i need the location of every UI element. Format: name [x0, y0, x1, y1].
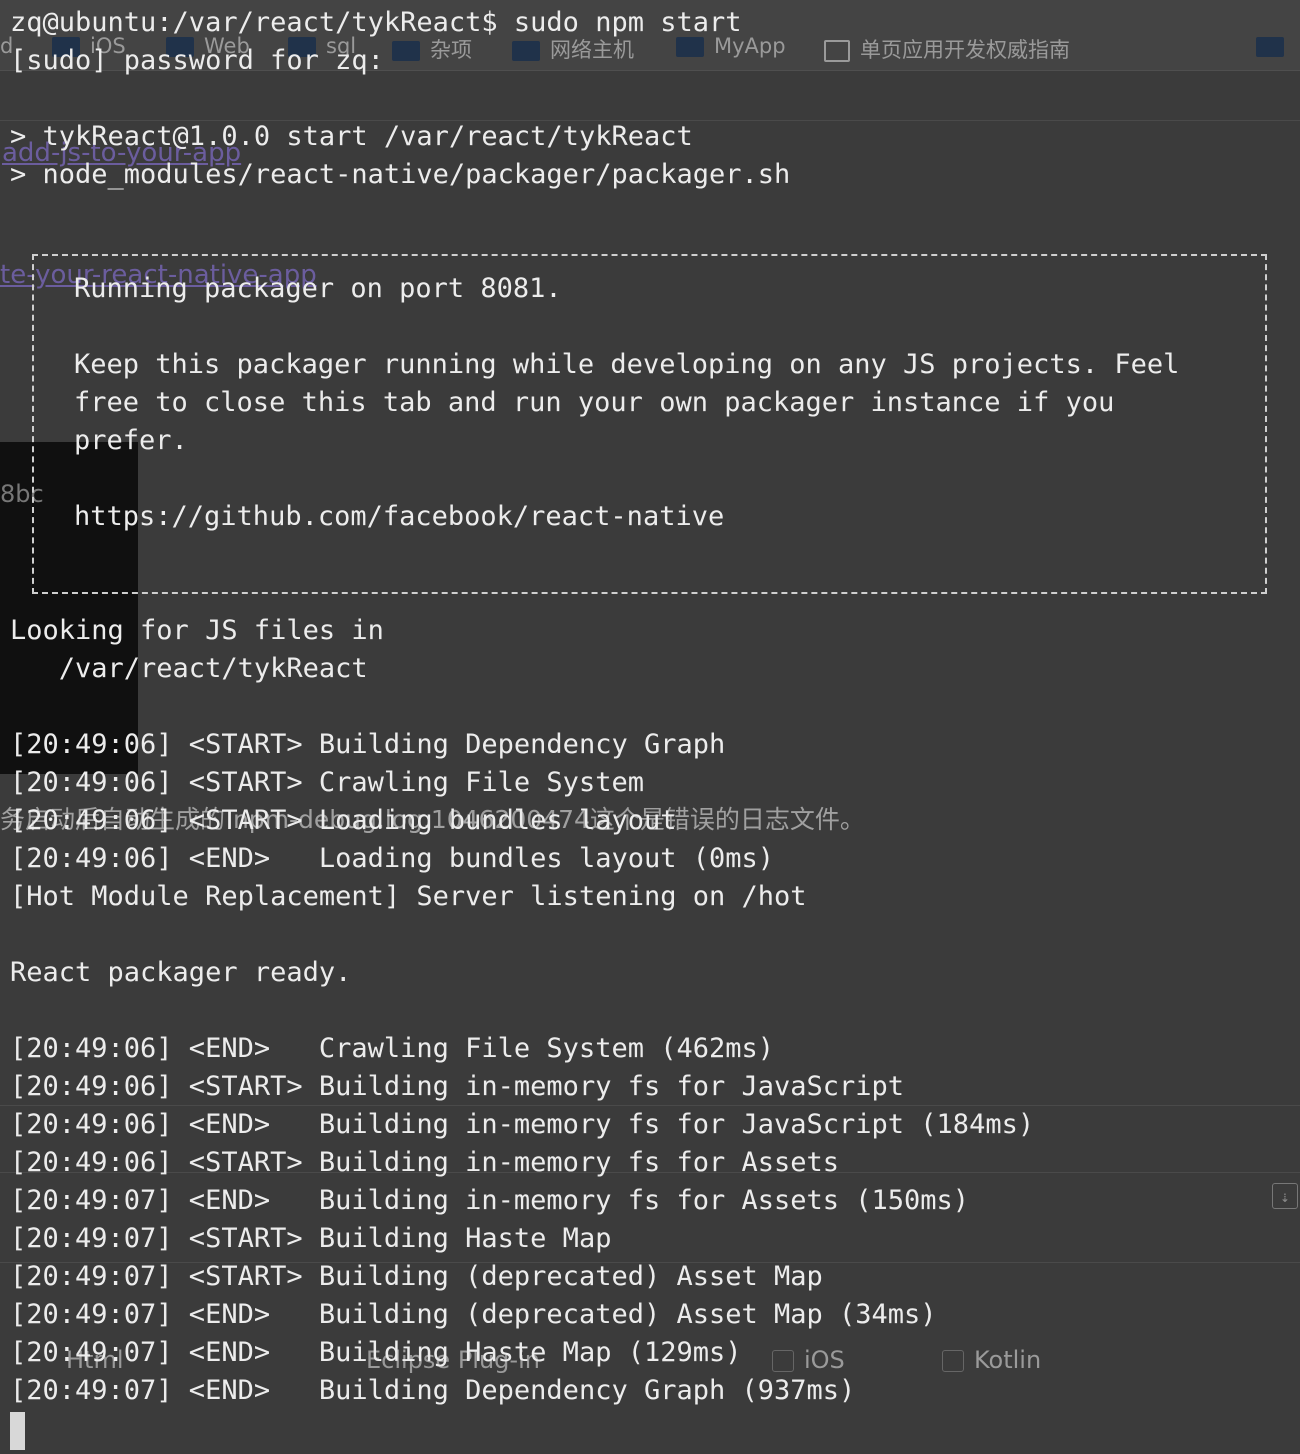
- banner-url: https://github.com/facebook/react-native: [74, 501, 725, 532]
- log-line: [20:49:06] <START> Building in-memory fs…: [10, 1071, 905, 1102]
- banner-line: prefer.: [74, 425, 188, 456]
- terminal-cursor[interactable]: [10, 1412, 25, 1450]
- looking-path: /var/react/tykReact: [10, 653, 368, 684]
- command-line: zq@ubuntu:/var/react/tykReact$ sudo npm …: [10, 7, 742, 38]
- npm-output-line: > tykReact@1.0.0 start /var/react/tykRea…: [10, 121, 693, 152]
- banner-line: free to close this tab and run your own …: [74, 387, 1115, 418]
- log-line: [20:49:06] <END> Crawling File System (4…: [10, 1033, 775, 1064]
- sudo-prompt: [sudo] password for zq:: [10, 45, 384, 76]
- looking-line: Looking for JS files in: [10, 615, 384, 646]
- log-line: [20:49:06] <START> Crawling File System: [10, 767, 644, 798]
- terminal-window[interactable]: zq@ubuntu:/var/react/tykReact$ sudo npm …: [0, 0, 1300, 1454]
- log-line: [20:49:06] <START> Loading bundles layou…: [10, 805, 677, 836]
- log-line: [20:49:06] <START> Building in-memory fs…: [10, 1147, 840, 1178]
- npm-output-line: > node_modules/react-native/packager/pac…: [10, 159, 791, 190]
- log-line: [20:49:07] <START> Building Haste Map: [10, 1223, 612, 1254]
- banner-line: Keep this packager running while develop…: [74, 349, 1180, 380]
- banner-line: Running packager on port 8081.: [74, 273, 562, 304]
- log-line: [20:49:06] <START> Building Dependency G…: [10, 729, 726, 760]
- ready-line: React packager ready.: [10, 957, 352, 988]
- log-line: [Hot Module Replacement] Server listenin…: [10, 881, 807, 912]
- log-line: [20:49:07] <END> Building (deprecated) A…: [10, 1299, 937, 1330]
- log-line: [20:49:07] <END> Building Haste Map (129…: [10, 1337, 742, 1368]
- log-line: [20:49:06] <END> Loading bundles layout …: [10, 843, 775, 874]
- log-line: [20:49:07] <END> Building in-memory fs f…: [10, 1185, 970, 1216]
- log-line: [20:49:06] <END> Building in-memory fs f…: [10, 1109, 1035, 1140]
- log-line: [20:49:07] <START> Building (deprecated)…: [10, 1261, 823, 1292]
- log-line: [20:49:07] <END> Building Dependency Gra…: [10, 1375, 856, 1406]
